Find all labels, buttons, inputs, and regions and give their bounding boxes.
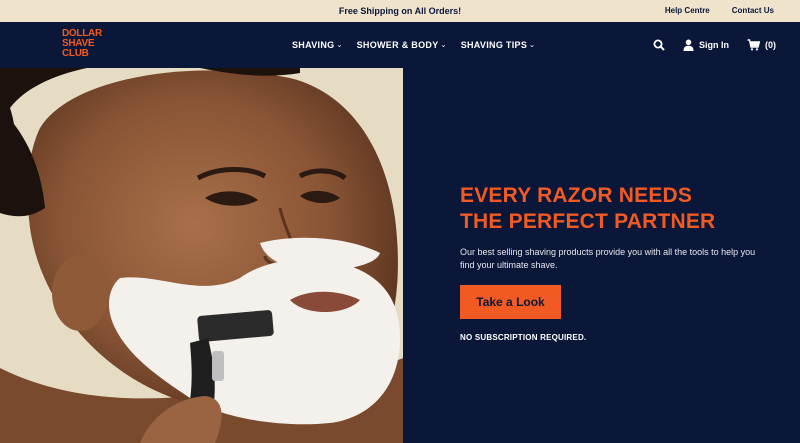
nav-item-shaving-tips[interactable]: SHAVING TIPS ⌄ xyxy=(461,40,536,50)
utility-links: Help Centre Contact Us xyxy=(665,0,774,22)
chevron-down-icon: ⌄ xyxy=(336,42,343,49)
category-menu: SHAVING ⌄ SHOWER & BODY ⌄ SHAVING TIPS ⌄ xyxy=(292,22,535,68)
main-navigation: DOLLAR SHAVE CLUB SHAVING ⌄ SHOWER & BOD… xyxy=(0,22,800,68)
search-icon[interactable] xyxy=(653,39,665,51)
user-icon xyxy=(683,39,694,51)
logo-line-3: CLUB xyxy=(62,48,89,59)
nav-label-shower-body: SHOWER & BODY xyxy=(356,40,439,50)
help-centre-link[interactable]: Help Centre xyxy=(665,0,710,22)
cart-icon xyxy=(747,39,760,51)
dollar-shave-club-logo[interactable]: DOLLAR SHAVE CLUB xyxy=(62,29,122,59)
contact-us-link[interactable]: Contact Us xyxy=(732,0,774,22)
announcement-bar: Free Shipping on All Orders! Help Centre… xyxy=(0,0,800,22)
nav-item-shaving[interactable]: SHAVING ⌄ xyxy=(292,40,343,50)
hero-image-man-shaving xyxy=(0,68,403,443)
headline-line-1: EVERY RAZOR NEEDS xyxy=(460,184,693,207)
cart-link[interactable]: (0) xyxy=(747,39,776,51)
sign-in-label: Sign In xyxy=(699,40,729,50)
chevron-down-icon: ⌄ xyxy=(529,42,536,49)
nav-item-shower-body[interactable]: SHOWER & BODY ⌄ xyxy=(357,40,447,50)
man-shaving-illustration xyxy=(0,68,403,443)
headline-line-2: THE PERFECT PARTNER xyxy=(460,210,716,233)
nav-label-shaving: SHAVING xyxy=(292,40,335,50)
nav-label-shaving-tips: SHAVING TIPS xyxy=(460,40,528,50)
take-a-look-button[interactable]: Take a Look xyxy=(460,285,561,319)
no-subscription-note: NO SUBSCRIPTION REQUIRED. xyxy=(460,333,587,342)
hero-description: Our best selling shaving products provid… xyxy=(460,247,756,270)
hero-headline: EVERY RAZOR NEEDS THE PERFECT PARTNER xyxy=(460,183,780,235)
sign-in-link[interactable]: Sign In xyxy=(683,39,729,51)
cart-count: (0) xyxy=(765,40,776,50)
header-actions: Sign In (0) xyxy=(653,22,776,68)
chevron-down-icon: ⌄ xyxy=(440,42,447,49)
